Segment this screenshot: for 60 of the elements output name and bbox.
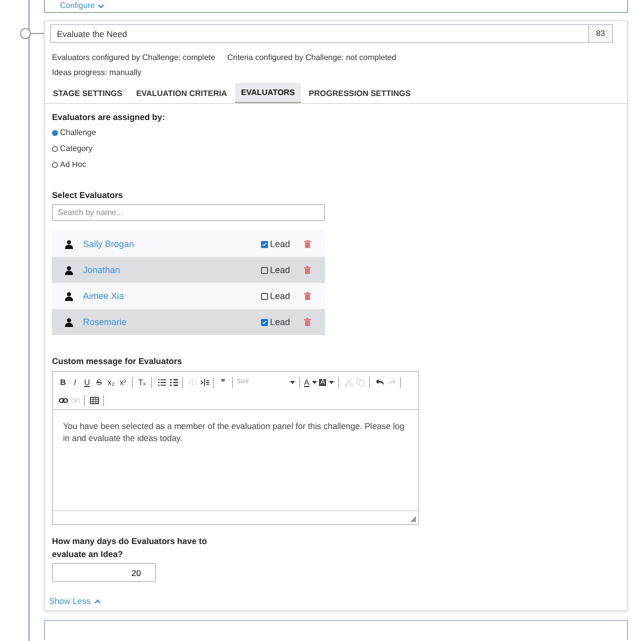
chevron-down-icon [98, 4, 104, 8]
lead-checkbox[interactable] [260, 266, 268, 274]
link-icon [58, 396, 68, 404]
person-icon [65, 318, 73, 326]
assignment-radio[interactable]: Challenge [52, 127, 620, 138]
caret-icon [312, 380, 318, 384]
indent-icon [200, 378, 208, 386]
person-icon [65, 292, 73, 300]
copy-icon [356, 378, 365, 386]
caret-icon [329, 380, 334, 384]
outdent-icon [188, 378, 196, 386]
lead-label: Lead [270, 317, 290, 327]
tab[interactable]: STAGE SETTINGS [47, 83, 128, 103]
lead-checkbox[interactable] [260, 318, 268, 326]
days-field[interactable]: 20 [52, 563, 156, 582]
format-button[interactable]: ❞ [217, 375, 229, 389]
lead-label: Lead [270, 239, 290, 249]
undo-icon [374, 378, 384, 386]
format-button[interactable]: I [69, 375, 81, 389]
person-icon [65, 240, 73, 248]
lead-label: Lead [270, 291, 290, 301]
format-button[interactable]: B [57, 375, 69, 389]
numbered-list-icon [156, 378, 166, 386]
caret-icon [290, 380, 295, 384]
assignment-radio[interactable]: Category [52, 143, 620, 154]
custom-message-label: Custom message for Evaluators [52, 356, 183, 366]
text-color-button[interactable]: A [303, 375, 318, 389]
character-count: 83 [589, 24, 613, 43]
lead-checkbox[interactable] [260, 240, 268, 248]
tab[interactable]: EVALUATION CRITERIA [130, 83, 234, 103]
person-icon [65, 266, 73, 274]
format-button[interactable]: x² [117, 375, 129, 389]
unlink-icon [70, 396, 80, 404]
tab[interactable]: EVALUATORS [235, 83, 301, 103]
scissors-icon [344, 378, 353, 386]
search-field[interactable]: Search by name... [52, 204, 325, 221]
format-button[interactable]: Tₓ [136, 375, 148, 389]
assignment-radio[interactable]: Ad Hoc [52, 159, 620, 170]
select-evaluators-label: Select Evaluators [52, 190, 124, 200]
status-text: Evaluators configured by Challenge: complete [52, 52, 216, 63]
lead-label: Lead [270, 265, 290, 275]
chevron-up-icon [94, 598, 101, 604]
format-button[interactable]: U [81, 375, 93, 389]
message-text: You have been selected as a member of the evaluation panel for this challenge. Please log in and evaluate the ideas today. [62, 420, 406, 445]
lead-checkbox[interactable] [260, 292, 268, 300]
trash-icon[interactable] [304, 240, 311, 248]
table-icon [90, 396, 98, 404]
format-button[interactable]: S [93, 375, 105, 389]
assignment-label: Evaluators are assigned by: [52, 112, 166, 122]
trash-icon[interactable] [304, 292, 311, 300]
status-text: Ideas progress: manually [52, 67, 142, 78]
redo-icon [386, 378, 396, 386]
format-button[interactable]: x₂ [105, 375, 117, 389]
status-text: Criteria configured by Challenge: not completed [227, 52, 396, 63]
stage-title-field[interactable]: Evaluate the Need [50, 24, 589, 43]
bulleted-list-icon [168, 378, 178, 386]
tab[interactable]: PROGRESSION SETTINGS [302, 83, 417, 103]
days-label: How many days do Evaluators have to evaluate an Idea? [52, 535, 208, 561]
show-less-link[interactable]: Show Less [49, 596, 101, 606]
resize-grip-icon[interactable] [410, 516, 416, 522]
